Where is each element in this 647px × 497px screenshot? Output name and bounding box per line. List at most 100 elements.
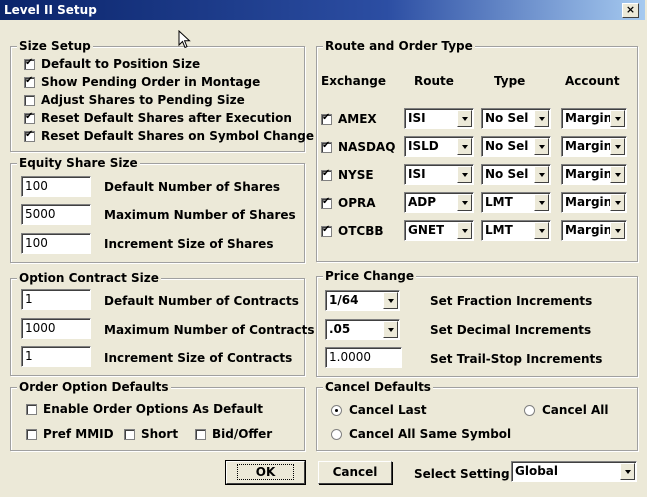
type-select[interactable]: LMT xyxy=(481,220,551,241)
fraction-increment-select[interactable]: 1/64 xyxy=(325,290,400,311)
order-option-defaults-label: Order Option Defaults xyxy=(17,380,171,394)
chevron-down-icon[interactable] xyxy=(457,166,472,183)
col-header-account: Account xyxy=(565,74,620,88)
checkbox-box[interactable] xyxy=(321,112,332,125)
checkbox-box[interactable] xyxy=(24,75,35,88)
increment-contracts-input[interactable]: 1 xyxy=(21,346,91,367)
chevron-down-icon[interactable] xyxy=(534,138,549,155)
checkbox-box[interactable] xyxy=(24,57,35,70)
mouse-pointer-icon xyxy=(178,30,191,49)
chevron-down-icon[interactable] xyxy=(457,222,472,239)
chevron-down-icon[interactable] xyxy=(610,110,625,127)
ok-button[interactable]: OK xyxy=(225,460,306,485)
title-bar: Level II Setup × xyxy=(0,0,645,20)
default-contracts-input[interactable]: 1 xyxy=(21,289,91,310)
chevron-down-icon[interactable] xyxy=(534,110,549,127)
radio-circle[interactable] xyxy=(331,428,342,440)
checkbox-box[interactable] xyxy=(321,140,332,153)
chevron-down-icon[interactable] xyxy=(457,110,472,127)
chevron-down-icon[interactable] xyxy=(610,166,625,183)
checkbox-enable-order-options[interactable]: Enable Order Options As Default xyxy=(26,402,263,416)
route-select[interactable]: ISI xyxy=(404,108,474,129)
chevron-down-icon[interactable] xyxy=(534,222,549,239)
type-select[interactable]: No Sel xyxy=(481,108,551,129)
max-contracts-input[interactable]: 1000 xyxy=(21,318,91,339)
increment-shares-input[interactable]: 100 xyxy=(21,233,91,254)
radio-circle[interactable] xyxy=(331,404,342,416)
checkbox-box[interactable] xyxy=(321,168,332,181)
decimal-increment-select[interactable]: .05 xyxy=(325,319,400,340)
col-header-route: Route xyxy=(414,74,454,88)
checkbox-short[interactable]: Short xyxy=(124,427,178,441)
equity-share-label: Equity Share Size xyxy=(17,156,140,170)
route-select[interactable]: ISI xyxy=(404,164,474,185)
cancel-button[interactable]: Cancel xyxy=(318,461,392,484)
account-select[interactable]: Margin xyxy=(561,192,627,213)
exchange-name: OTCBB xyxy=(338,224,384,238)
route-row-nasdaq[interactable]: NASDAQ xyxy=(321,140,395,154)
fraction-increment-label: Set Fraction Increments xyxy=(430,294,593,308)
col-header-exchange: Exchange xyxy=(321,74,386,88)
checkbox-default-position-size[interactable]: Default to Position Size xyxy=(24,57,200,71)
checkbox-box[interactable] xyxy=(124,428,135,440)
trail-stop-increment-label: Set Trail-Stop Increments xyxy=(430,352,603,366)
default-shares-label: Default Number of Shares xyxy=(104,180,281,194)
chevron-down-icon[interactable] xyxy=(383,321,398,338)
radio-circle[interactable] xyxy=(524,404,535,416)
checkbox-box[interactable] xyxy=(26,428,37,440)
checkbox-box[interactable] xyxy=(24,129,35,142)
cancel-defaults-label: Cancel Defaults xyxy=(323,380,433,394)
chevron-down-icon[interactable] xyxy=(534,166,549,183)
select-setting-label: Select Setting xyxy=(414,467,510,481)
trail-stop-increment-input[interactable]: 1.0000 xyxy=(325,347,402,368)
route-select[interactable]: ADP xyxy=(404,192,474,213)
chevron-down-icon[interactable] xyxy=(610,138,625,155)
checkbox-bid-offer[interactable]: Bid/Offer xyxy=(195,427,272,441)
chevron-down-icon[interactable] xyxy=(610,222,625,239)
max-shares-input[interactable]: 5000 xyxy=(21,204,91,225)
checkbox-reset-on-symbol-change[interactable]: Reset Default Shares on Symbol Change xyxy=(24,129,314,143)
select-setting-dropdown[interactable]: Global xyxy=(511,461,637,482)
route-row-otcbb[interactable]: OTCBB xyxy=(321,224,384,238)
checkbox-box[interactable] xyxy=(26,403,37,415)
checkbox-box[interactable] xyxy=(195,428,206,440)
account-select[interactable]: Margin xyxy=(561,220,627,241)
default-shares-input[interactable]: 100 xyxy=(21,176,91,197)
chevron-down-icon[interactable] xyxy=(457,194,472,211)
chevron-down-icon[interactable] xyxy=(457,138,472,155)
checkbox-box[interactable] xyxy=(24,111,35,124)
chevron-down-icon[interactable] xyxy=(383,292,398,309)
checkbox-box[interactable] xyxy=(24,94,35,106)
order-option-defaults-group: Order Option Defaults xyxy=(10,380,305,451)
route-row-nyse[interactable]: NYSE xyxy=(321,168,374,182)
radio-cancel-last[interactable]: Cancel Last xyxy=(331,403,427,417)
account-select[interactable]: Margin xyxy=(561,136,627,157)
type-select[interactable]: No Sel xyxy=(481,164,551,185)
checkbox-pref-mmid[interactable]: Pref MMID xyxy=(26,427,114,441)
type-select[interactable]: No Sel xyxy=(481,136,551,157)
route-select[interactable]: ISLD xyxy=(404,136,474,157)
checkbox-box[interactable] xyxy=(321,196,332,209)
cancel-defaults-group: Cancel Defaults xyxy=(316,380,638,451)
checkbox-adjust-shares[interactable]: Adjust Shares to Pending Size xyxy=(24,93,245,107)
exchange-name: NASDAQ xyxy=(338,140,396,154)
radio-cancel-all-same-symbol[interactable]: Cancel All Same Symbol xyxy=(331,427,511,441)
type-select[interactable]: LMT xyxy=(481,192,551,213)
size-setup-label: Size Setup xyxy=(17,39,93,53)
exchange-name: OPRA xyxy=(338,196,376,210)
route-row-amex[interactable]: AMEX xyxy=(321,112,377,126)
option-contract-label: Option Contract Size xyxy=(17,271,161,285)
checkbox-reset-after-execution[interactable]: Reset Default Shares after Execution xyxy=(24,111,292,125)
route-row-opra[interactable]: OPRA xyxy=(321,196,376,210)
chevron-down-icon[interactable] xyxy=(620,463,635,480)
chevron-down-icon[interactable] xyxy=(534,194,549,211)
account-select[interactable]: Margin xyxy=(561,164,627,185)
exchange-name: NYSE xyxy=(338,168,374,182)
account-select[interactable]: Margin xyxy=(561,108,627,129)
checkbox-show-pending-order[interactable]: Show Pending Order in Montage xyxy=(24,75,260,89)
chevron-down-icon[interactable] xyxy=(610,194,625,211)
checkbox-box[interactable] xyxy=(321,224,332,237)
close-button[interactable]: × xyxy=(622,3,639,18)
route-select[interactable]: GNET xyxy=(404,220,474,241)
radio-cancel-all[interactable]: Cancel All xyxy=(524,403,609,417)
